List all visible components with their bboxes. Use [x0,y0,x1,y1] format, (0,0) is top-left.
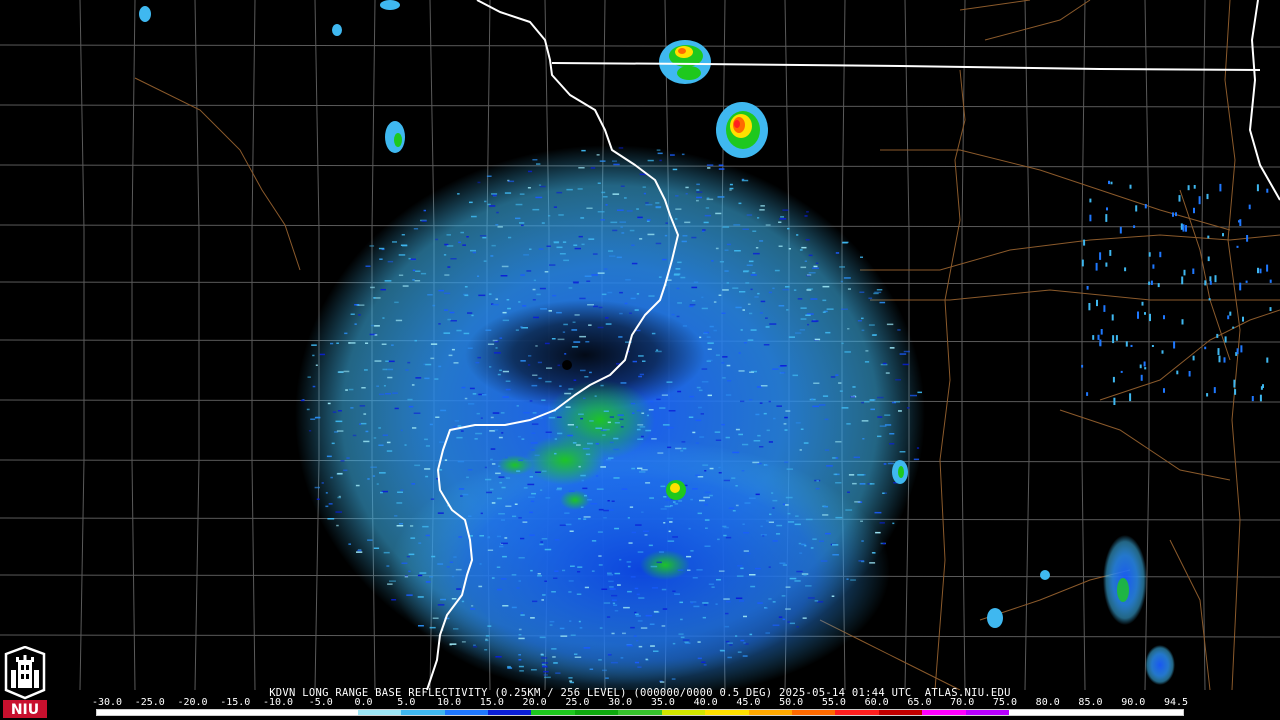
colorbar-segment [835,710,879,715]
colorbar-tick-label: 30.0 [608,697,633,708]
colorbar-tick-label: 50.0 [779,697,804,708]
colorbar-segment [444,710,488,715]
radar-site-marker [562,360,572,370]
colorbar-segment [270,710,315,715]
colorbar-tick-label: 25.0 [565,697,590,708]
colorbar-segment [965,710,1010,715]
colorbar-segment [878,710,923,715]
colorbar-tick-label: 94.5 [1163,697,1189,708]
colorbar-tick-label: 15.0 [479,697,504,708]
radar-map [0,0,1280,690]
colorbar-tick-labels: -30.0 -25.0 -20.0 -15.0 -10.0 -5.0 0.0 5.0 10.0 1… [0,697,1280,709]
colorbar-segment [618,710,662,715]
colorbar-tick-label: 35.0 [650,697,675,708]
colorbar-tick-label: -25.0 [134,697,165,708]
colorbar-tick-label: 75.0 [992,697,1017,708]
colorbar-tick-label: 85.0 [1078,697,1103,708]
colorbar-segment [1096,710,1140,715]
colorbar-tick-label: -5.0 [308,697,333,708]
colorbar-tick-label: -30.0 [91,697,123,708]
colorbar-segment [748,710,792,715]
colorbar-segment [314,710,358,715]
reflectivity-echoes [139,0,1272,690]
colorbar-segment [922,710,966,715]
radar-screen: KDVN LONG RANGE BASE REFLECTIVITY (0.25K… [0,0,1280,720]
colorbar-segment [661,710,706,715]
colorbar-segment [1009,710,1053,715]
colorbar-segment [574,710,619,715]
niu-logo: NIU [3,645,47,718]
colorbar-segment [792,710,836,715]
colorbar-tick-label: 5.0 [397,697,416,708]
colorbar-segment [1139,710,1183,715]
colorbar-segment [531,710,575,715]
colorbar-tick-label: 20.0 [522,697,547,708]
colorbar-segment [140,710,184,715]
colorbar-segment [487,710,532,715]
colorbar-tick-label: -10.0 [262,697,294,708]
colorbar-tick-label: 65.0 [907,697,932,708]
colorbar-tick-label: 40.0 [693,697,718,708]
colorbar-tick-label: 90.0 [1121,697,1146,708]
colorbar-tick-label: 45.0 [736,697,761,708]
colorbar-tick-label: 80.0 [1035,697,1060,708]
colorbar-tick-label: -20.0 [177,697,208,708]
colorbar-tick-label: 55.0 [821,697,846,708]
colorbar-tick-label: 0.0 [354,697,373,708]
colorbar-tick-label: 10.0 [437,697,462,708]
colorbar-segment [401,710,445,715]
colorbar-segment [183,710,228,715]
niu-tower-shield-icon [4,645,46,700]
colorbar-tick-label: -15.0 [220,697,251,708]
niu-logo-text: NIU [11,702,39,718]
colorbar-segment [227,710,271,715]
colorbar-tick-label: 70.0 [950,697,975,708]
colorbar-segment [1052,710,1097,715]
colorbar-tick-label: 60.0 [864,697,889,708]
colorbar-segment [357,710,402,715]
reflectivity-colorbar [96,709,1184,716]
colorbar-segment [97,710,141,715]
colorbar-segment [705,710,749,715]
